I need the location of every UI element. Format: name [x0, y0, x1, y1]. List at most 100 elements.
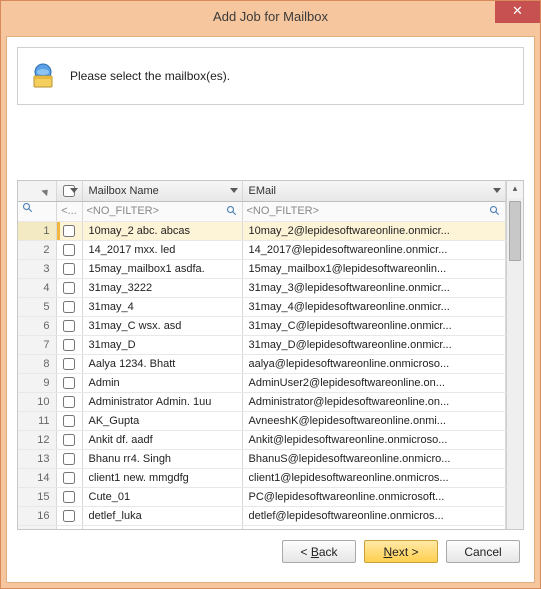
- row-check-cell[interactable]: [56, 373, 82, 392]
- row-checkbox[interactable]: [63, 472, 75, 484]
- row-number: 10: [18, 392, 56, 411]
- row-email: 10may_2@lepidesoftwareonline.onmicr...: [242, 221, 506, 240]
- row-mailbox-name: 31may_C wsx. asd: [82, 316, 242, 335]
- scroll-thumb[interactable]: [509, 201, 521, 261]
- filter-email-text: <NO_FILTER>: [247, 205, 320, 217]
- table-header-row: Mailbox Name EMail: [18, 181, 506, 201]
- next-button[interactable]: Next >: [364, 540, 438, 563]
- table-row[interactable]: 15Cute_01PC@lepidesoftwareonline.onmicro…: [18, 487, 506, 506]
- row-mailbox-name: Bhanu rr4. Singh: [82, 449, 242, 468]
- table-row[interactable]: 315may_mailbox1 asdfa.15may_mailbox1@lep…: [18, 259, 506, 278]
- header-select-all[interactable]: [56, 181, 82, 201]
- window-title: Add Job for Mailbox: [1, 9, 540, 24]
- row-number: 15: [18, 487, 56, 506]
- row-check-cell[interactable]: [56, 221, 82, 240]
- row-check-cell[interactable]: [56, 506, 82, 525]
- table-row[interactable]: 14client1 new. mmgdfgclient1@lepidesoftw…: [18, 468, 506, 487]
- row-email: AvneeshK@lepidesoftwareonline.onmi...: [242, 411, 506, 430]
- table-row[interactable]: 10Administrator Admin. 1uuAdministrator@…: [18, 392, 506, 411]
- table-row[interactable]: 13Bhanu rr4. SinghBhanuS@lepidesoftwareo…: [18, 449, 506, 468]
- row-checkbox[interactable]: [63, 396, 75, 408]
- cancel-button[interactable]: Cancel: [446, 540, 520, 563]
- row-checkbox[interactable]: [63, 339, 75, 351]
- table-row[interactable]: 531may_431may_4@lepidesoftwareonline.onm…: [18, 297, 506, 316]
- row-checkbox[interactable]: [63, 510, 75, 522]
- filter-rownum[interactable]: [18, 201, 56, 221]
- row-mailbox-name: Administrator Admin. 1uu: [82, 392, 242, 411]
- row-check-cell[interactable]: [56, 449, 82, 468]
- row-check-cell[interactable]: [56, 430, 82, 449]
- filter-email[interactable]: <NO_FILTER>: [242, 201, 506, 221]
- row-check-cell[interactable]: [56, 354, 82, 373]
- header-mailbox-name[interactable]: Mailbox Name: [82, 181, 242, 201]
- row-check-cell[interactable]: [56, 411, 82, 430]
- back-button[interactable]: < Back: [282, 540, 356, 563]
- row-number: 9: [18, 373, 56, 392]
- row-checkbox[interactable]: [63, 434, 75, 446]
- back-button-label: < Back: [300, 545, 337, 559]
- scroll-up-button[interactable]: ▴: [507, 181, 523, 198]
- row-email: client1@lepidesoftwareonline.onmicros...: [242, 468, 506, 487]
- row-checkbox[interactable]: [63, 491, 75, 503]
- row-check-cell[interactable]: [56, 278, 82, 297]
- table-row[interactable]: 12Ankit df. aadfAnkit@lepidesoftwareonli…: [18, 430, 506, 449]
- row-check-cell[interactable]: [56, 316, 82, 335]
- table-row[interactable]: 631may_C wsx. asd31may_C@lepidesoftwareo…: [18, 316, 506, 335]
- row-number: 12: [18, 430, 56, 449]
- table-body: 110may_2 abc. abcas10may_2@lepidesoftwar…: [18, 221, 506, 530]
- header-rownum[interactable]: [18, 181, 56, 201]
- row-checkbox[interactable]: [63, 225, 75, 237]
- header-email-label: EMail: [249, 185, 277, 197]
- row-check-cell[interactable]: [56, 240, 82, 259]
- table-row[interactable]: 8Aalya 1234. Bhattaalya@lepidesoftwareon…: [18, 354, 506, 373]
- row-checkbox[interactable]: [63, 415, 75, 427]
- table-row[interactable]: 214_2017 mxx. led14_2017@lepidesoftwareo…: [18, 240, 506, 259]
- table-row[interactable]: 731may_D31may_D@lepidesoftwareonline.onm…: [18, 335, 506, 354]
- row-checkbox[interactable]: [63, 282, 75, 294]
- row-mailbox-name: Ankit df. aadf: [82, 430, 242, 449]
- table-row[interactable]: 9AdminAdminUser2@lepidesoftwareonline.on…: [18, 373, 506, 392]
- row-email: BhanuS@lepidesoftwareonline.onmicro...: [242, 449, 506, 468]
- mailbox-table: Mailbox Name EMail: [18, 181, 506, 530]
- row-email: 31may_C@lepidesoftwareonline.onmicr...: [242, 316, 506, 335]
- row-checkbox[interactable]: [63, 263, 75, 275]
- row-mailbox-name: AK_Gupta: [82, 411, 242, 430]
- table-row[interactable]: 431may_322231may_3@lepidesoftwareonline.…: [18, 278, 506, 297]
- row-mailbox-name: Admin: [82, 373, 242, 392]
- table-row[interactable]: 16detlef_lukadetlef@lepidesoftwareonline…: [18, 506, 506, 525]
- row-email: 31may_4@lepidesoftwareonline.onmicr...: [242, 297, 506, 316]
- vertical-scrollbar[interactable]: ▴ ▾: [506, 181, 523, 530]
- titlebar: Add Job for Mailbox ✕: [1, 1, 540, 31]
- row-number: 8: [18, 354, 56, 373]
- dialog-window: Add Job for Mailbox ✕ Please select the …: [0, 0, 541, 589]
- dropdown-icon: [70, 188, 78, 193]
- table-row[interactable]: 110may_2 abc. abcas10may_2@lepidesoftwar…: [18, 221, 506, 240]
- filter-mailbox-name[interactable]: <NO_FILTER>: [82, 201, 242, 221]
- row-checkbox[interactable]: [63, 320, 75, 332]
- row-check-cell[interactable]: [56, 487, 82, 506]
- table-row[interactable]: 11AK_GuptaAvneeshK@lepidesoftwareonline.…: [18, 411, 506, 430]
- row-mailbox-name: 15may_mailbox1 asdfa.: [82, 259, 242, 278]
- row-check-cell[interactable]: [56, 468, 82, 487]
- filter-check[interactable]: <...: [56, 201, 82, 221]
- row-checkbox[interactable]: [63, 244, 75, 256]
- close-button[interactable]: ✕: [495, 1, 540, 23]
- row-number: 7: [18, 335, 56, 354]
- header-mailbox-name-label: Mailbox Name: [89, 185, 159, 197]
- row-checkbox[interactable]: [63, 377, 75, 389]
- row-check-cell[interactable]: [56, 392, 82, 411]
- next-button-label: Next >: [383, 545, 418, 559]
- row-checkbox[interactable]: [63, 301, 75, 313]
- row-email: 31may_3@lepidesoftwareonline.onmicr...: [242, 278, 506, 297]
- header-email[interactable]: EMail: [242, 181, 506, 201]
- wizard-button-row: < Back Next > Cancel: [17, 530, 524, 563]
- row-check-cell[interactable]: [56, 297, 82, 316]
- row-checkbox[interactable]: [63, 453, 75, 465]
- row-number: 5: [18, 297, 56, 316]
- row-mailbox-name: Aalya 1234. Bhatt: [82, 354, 242, 373]
- row-checkbox[interactable]: [63, 358, 75, 370]
- dropdown-icon: [493, 188, 501, 193]
- row-check-cell[interactable]: [56, 259, 82, 278]
- row-check-cell[interactable]: [56, 335, 82, 354]
- row-email: detlef@lepidesoftwareonline.onmicros...: [242, 506, 506, 525]
